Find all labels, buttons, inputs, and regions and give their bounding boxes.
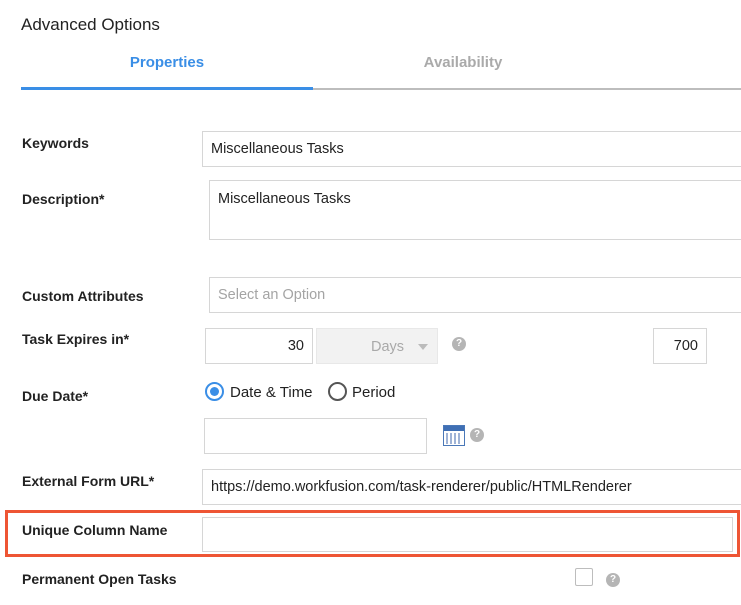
tab-divider xyxy=(313,88,741,90)
permanent-open-tasks-label: Permanent Open Tasks xyxy=(22,571,177,587)
unique-column-name-input[interactable] xyxy=(202,517,733,552)
tab-active-indicator xyxy=(21,87,313,90)
due-date-input[interactable] xyxy=(204,418,427,454)
panel-title: Advanced Options xyxy=(21,15,160,34)
calendar-header xyxy=(444,426,464,431)
task-expires-help-icon[interactable]: ? xyxy=(452,337,466,351)
due-date-radio-date-time[interactable] xyxy=(205,382,224,401)
due-date-help-icon[interactable]: ? xyxy=(470,428,484,442)
unique-column-name-label: Unique Column Name xyxy=(22,522,168,538)
tab-properties[interactable]: Properties xyxy=(21,53,313,73)
chevron-down-icon xyxy=(418,344,428,350)
external-form-url-label: External Form URL* xyxy=(22,473,155,489)
task-expires-unit-select[interactable]: Days xyxy=(316,328,438,364)
description-textarea[interactable]: Miscellaneous Tasks xyxy=(209,180,741,240)
tab-availability[interactable]: Availability xyxy=(313,53,613,73)
due-date-label: Due Date* xyxy=(22,388,89,404)
keywords-label: Keywords xyxy=(22,135,89,151)
task-expires-label: Task Expires in* xyxy=(22,331,130,347)
description-label: Description* xyxy=(22,191,105,207)
custom-attributes-label: Custom Attributes xyxy=(22,288,144,304)
custom-attributes-select[interactable] xyxy=(209,277,741,313)
due-date-radio-period[interactable] xyxy=(328,382,347,401)
permanent-open-tasks-checkbox[interactable] xyxy=(575,568,593,586)
calendar-icon[interactable] xyxy=(443,425,465,446)
task-expires-value-input[interactable] xyxy=(205,328,313,364)
calendar-grid xyxy=(446,433,462,444)
external-form-url-input[interactable] xyxy=(202,469,741,505)
keywords-input[interactable] xyxy=(202,131,741,167)
radio-selected-dot xyxy=(210,387,219,396)
due-date-option-period-label[interactable]: Period xyxy=(352,384,395,401)
permanent-open-tasks-help-icon[interactable]: ? xyxy=(606,573,620,587)
due-date-option-date-time-label[interactable]: Date & Time xyxy=(230,384,313,401)
task-expires-secondary-input[interactable] xyxy=(653,328,707,364)
task-expires-unit-label: Days xyxy=(371,339,405,355)
